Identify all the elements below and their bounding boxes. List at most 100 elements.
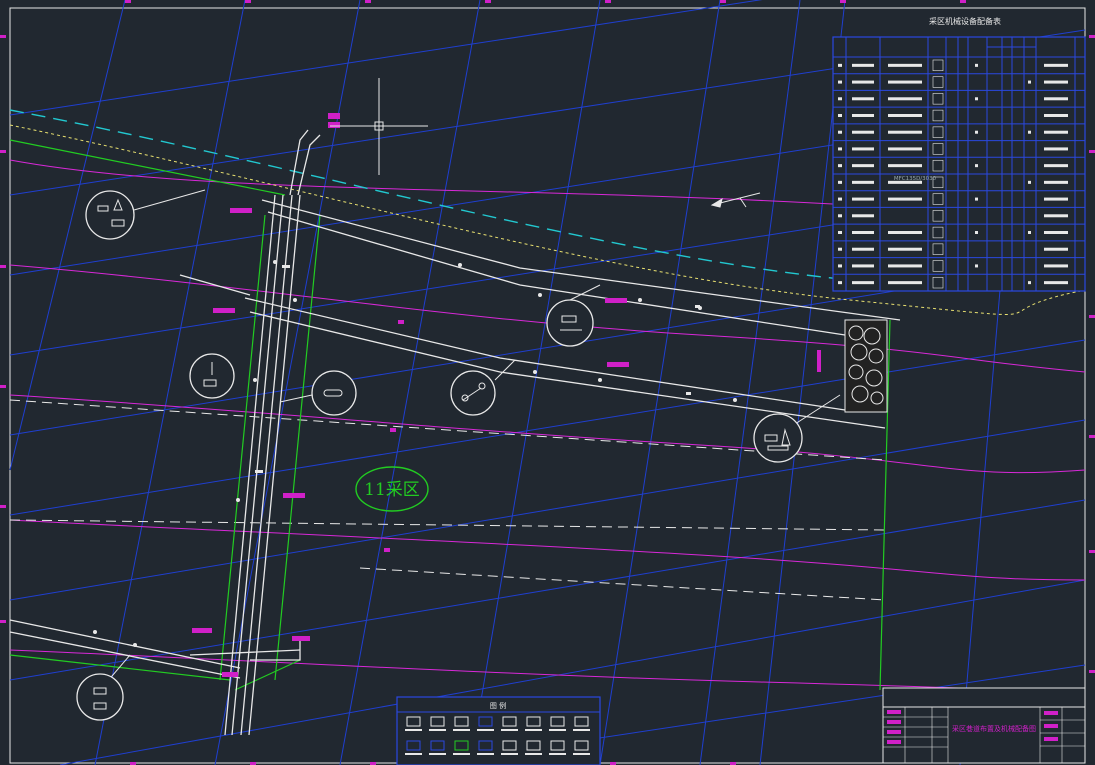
table-cell-mark (975, 197, 978, 201)
table-cell-mark (838, 214, 842, 218)
table-cell-mark (1044, 80, 1068, 84)
table-cell-mark (1044, 147, 1068, 151)
table-cell-mark (975, 264, 978, 268)
table-cell-mark (852, 231, 874, 234)
table-cell-mark (1028, 281, 1031, 285)
table-cell-mark (975, 130, 978, 134)
table-cell-mark (852, 147, 874, 151)
cursor-crosshair-icon (330, 78, 428, 175)
table-cell-mark (852, 247, 874, 251)
table-cell-mark (1028, 80, 1031, 84)
table-cell-mark (1044, 130, 1068, 134)
equipment-callouts (76, 189, 841, 721)
table-cell-mark (838, 80, 842, 84)
table-cell-mark (888, 281, 922, 285)
table-cell-mark (888, 197, 922, 201)
table-cell-mark (888, 130, 922, 134)
table-cell-mark (888, 80, 922, 84)
goaf-rubble-icon (844, 319, 888, 413)
table-cell-mark (975, 97, 978, 101)
table-cell-mark (852, 63, 874, 67)
table-cell-mark (838, 231, 842, 234)
table-cell-mark (888, 114, 922, 117)
legend-label-mark (429, 753, 446, 755)
table-cell-mark (852, 80, 874, 84)
equipment-callout-icon (189, 353, 235, 399)
legend-label-mark (405, 753, 422, 755)
table-cell-mark (838, 164, 842, 168)
table-cell-mark (888, 247, 922, 251)
table-cell-mark (838, 63, 842, 67)
legend-label-mark (549, 729, 566, 731)
table-cell-mark (1028, 130, 1031, 134)
legend-label-mark (453, 729, 470, 731)
table-cell-mark (888, 264, 922, 268)
legend-label-mark (405, 729, 422, 731)
table-cell-mark (1028, 231, 1031, 234)
table-cell-mark (852, 214, 874, 218)
equipment-callout-icon (546, 299, 594, 347)
table-cell-mark (1044, 247, 1068, 251)
table-cell-mark (838, 281, 842, 285)
table-cell-mark (975, 231, 978, 234)
equipment-callout-icon (753, 413, 803, 463)
table-cell-mark (838, 114, 842, 117)
table-cell-mark (975, 164, 978, 168)
mining-area-label: 11采区 (355, 466, 429, 512)
legend-label-mark (573, 753, 590, 755)
table-cell-mark (852, 97, 874, 101)
table-cell-mark (888, 231, 922, 234)
table-cell-mark (838, 97, 842, 101)
legend-label-mark (477, 753, 494, 755)
table-cell-mark (852, 281, 874, 285)
legend-label-mark (525, 753, 542, 755)
mining-area-text: 11采区 (364, 480, 420, 500)
equipment-model-text: MFC135D/3030 (894, 176, 937, 182)
table-cell-mark (1044, 180, 1068, 184)
legend-label-mark (501, 753, 518, 755)
table-cell-mark (852, 164, 874, 168)
equipment-table-title: 采区机械设备配备表 (929, 16, 1001, 26)
cad-drawing: 11采区 采区机械设备配备表 MFC135D/3030 图 例 采区巷道布置及机… (0, 0, 1095, 765)
table-cell-mark (888, 97, 922, 101)
table-cell-mark (838, 180, 842, 184)
table-cell-mark (1044, 97, 1068, 101)
table-cell-mark (852, 130, 874, 134)
table-cell-mark (1044, 197, 1068, 201)
legend-label-mark (477, 729, 494, 731)
drawing-caption: 采区巷道布置及机械配备图 (952, 724, 1036, 733)
equipment-callout-icon (311, 370, 357, 416)
location-tags (192, 113, 821, 677)
table-cell-mark (888, 147, 922, 151)
table-cell-mark (888, 164, 922, 168)
table-cell-mark (1044, 164, 1068, 168)
mining-area-boundary (9, 139, 891, 691)
legend: 图 例 (396, 696, 601, 765)
legend-label-mark (453, 753, 470, 755)
table-cell-mark (838, 264, 842, 268)
equipment-table: 采区机械设备配备表 MFC135D/3030 (832, 16, 1086, 292)
table-cell-mark (1044, 63, 1068, 67)
table-cell-mark (852, 180, 874, 184)
legend-label-mark (501, 729, 518, 731)
table-cell-mark (1044, 264, 1068, 268)
legend-label-mark (549, 753, 566, 755)
table-cell-mark (1044, 281, 1068, 285)
table-cell-mark (838, 130, 842, 134)
table-cell-mark (838, 147, 842, 151)
table-cell-mark (1028, 180, 1031, 184)
legend-label-mark (573, 729, 590, 731)
table-cell-mark (1044, 231, 1068, 234)
table-cell-mark (852, 114, 874, 117)
table-cell-mark (1044, 214, 1068, 218)
legend-label-mark (525, 729, 542, 731)
legend-label-mark (429, 729, 446, 731)
table-cell-mark (852, 264, 874, 268)
equipment-markers (93, 260, 737, 647)
table-cell-mark (1044, 114, 1068, 117)
legend-title: 图 例 (490, 701, 506, 710)
table-cell-mark (975, 63, 978, 67)
title-block: 采区巷道布置及机械配备图 (882, 687, 1086, 764)
equipment-callout-icon (85, 190, 135, 240)
table-cell-mark (838, 247, 842, 251)
